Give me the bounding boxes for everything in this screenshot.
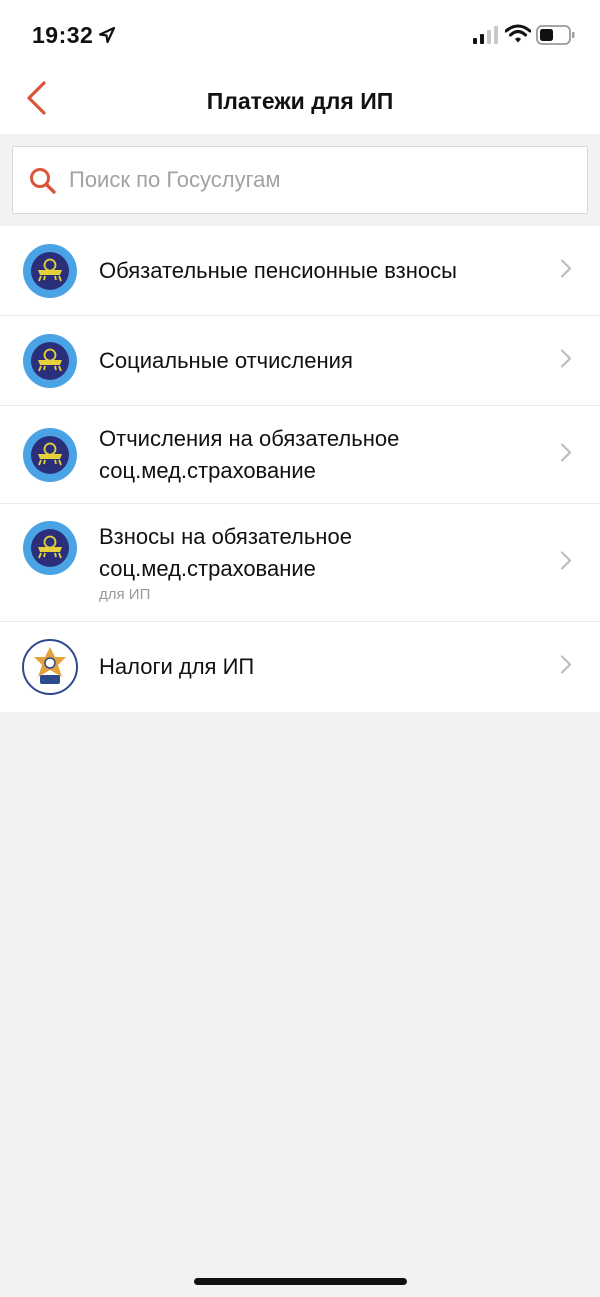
page-title: Платежи для ИП [206, 88, 394, 114]
list-item-title: Отчисления на обязательное [99, 425, 400, 451]
list-item-text: Отчисления на обязательное соц.мед.страх… [99, 423, 539, 487]
list-item[interactable]: Отчисления на обязательное соц.мед.страх… [0, 406, 600, 504]
location-arrow-icon [98, 26, 116, 49]
battery-icon [536, 24, 576, 51]
status-time: 19:32 [32, 22, 94, 48]
chevron-right-icon [560, 550, 572, 575]
list-item-title: Обязательные пенсионные взносы [99, 257, 457, 283]
tax-emblem-icon [22, 639, 78, 695]
list-item-text: Взносы на обязательное соц.мед.страхован… [99, 521, 539, 605]
list-item-text: Обязательные пенсионные взносы [99, 255, 539, 287]
chevron-right-icon [560, 258, 572, 283]
list-item[interactable]: Взносы на обязательное соц.мед.страхован… [0, 504, 600, 622]
list-item-subtitle: для ИП [99, 585, 151, 603]
status-bar: 19:32 [0, 0, 600, 66]
list-item-title: Налоги для ИП [99, 654, 255, 679]
agency-emblem-icon [22, 333, 78, 389]
nav-bar: Платежи для ИП [0, 66, 600, 134]
list-item-title: Взносы на обязательное [99, 523, 352, 549]
search-input[interactable] [69, 147, 579, 213]
chevron-right-icon [560, 348, 572, 373]
list-item-title: соц.мед.страхование [99, 457, 316, 483]
search-icon [29, 167, 57, 200]
chevron-right-icon [560, 442, 572, 467]
list-item[interactable]: Социальные отчисления [0, 316, 600, 406]
signal-icon [473, 26, 499, 49]
home-indicator[interactable] [194, 1278, 407, 1285]
list-item-text: Налоги для ИП [99, 651, 539, 683]
list-item-text: Социальные отчисления [99, 345, 539, 377]
list-item-title: соц.мед.страхование [99, 555, 316, 581]
list-item[interactable]: Обязательные пенсионные взносы [0, 226, 600, 316]
agency-emblem-icon [22, 427, 78, 483]
wifi-icon [504, 24, 532, 49]
agency-emblem-icon [22, 243, 78, 299]
chevron-right-icon [560, 655, 572, 680]
agency-emblem-icon [22, 520, 78, 576]
services-list: Обязательные пенсионные взносы Социальны… [0, 226, 600, 712]
list-item-title: Социальные отчисления [99, 347, 353, 373]
search-bar[interactable] [12, 146, 588, 214]
list-item[interactable]: Налоги для ИП [0, 622, 600, 712]
